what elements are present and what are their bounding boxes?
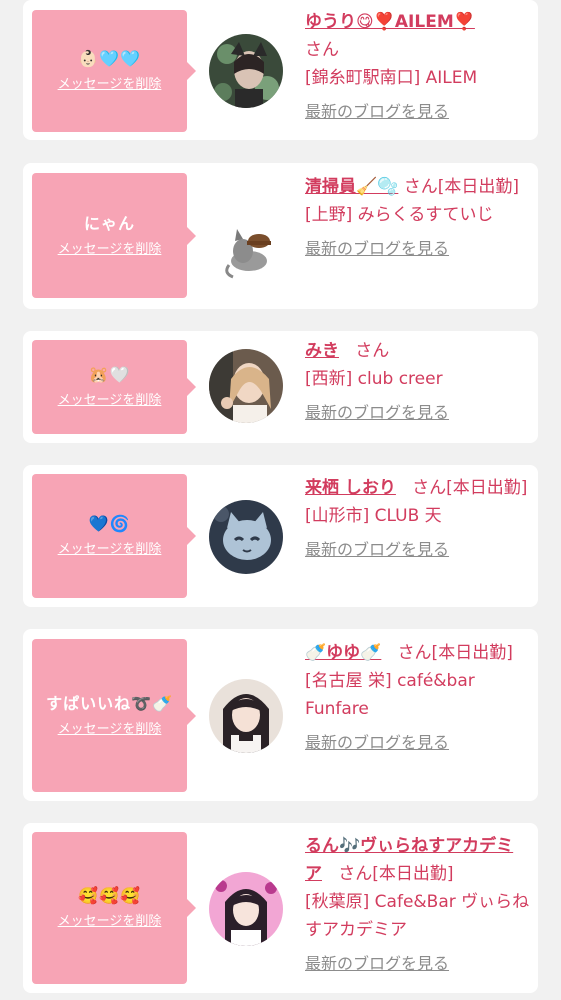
latest-blog-link[interactable]: 最新のブログを見る [305, 536, 449, 564]
cast-info: みき さん [西新] club creer 最新のブログを見る [305, 337, 530, 427]
latest-blog-link[interactable]: 最新のブログを見る [305, 729, 449, 757]
cast-suffix: さん[本日出勤] [397, 643, 513, 663]
message-bubble: 🥰🥰🥰 メッセージを削除 [32, 832, 196, 984]
shop-name: [名古屋 栄] café&bar Funfare [305, 671, 475, 719]
avatar[interactable] [209, 213, 283, 287]
message-card: 💙🌀 メッセージを削除 来栖 しおり さん[本日出勤] [山形市] CLUB 天… [23, 465, 538, 607]
avatar[interactable] [209, 872, 283, 946]
message-text: すぱいいね➰🍼 [46, 693, 173, 713]
avatar-image [209, 213, 283, 287]
message-bubble: 🐹🤍 メッセージを削除 [32, 340, 196, 434]
cast-name-link[interactable]: ゆうり😋❣️AILEM❣️ [305, 12, 475, 32]
shop-name: [秋葉原] Cafe&Bar ヴぃらねすアカデミア [305, 892, 530, 940]
avatar[interactable] [209, 34, 283, 108]
message-text: 🐹🤍 [88, 365, 131, 384]
delete-message-link[interactable]: メッセージを削除 [58, 721, 162, 739]
cast-info: 来栖 しおり さん[本日出勤] [山形市] CLUB 天 最新のブログを見る [305, 474, 530, 564]
message-text: 👶🏻🩵🩵 [78, 49, 141, 68]
cast-info: ゆうり😋❣️AILEM❣️ さん [錦糸町駅南口] AILEM 最新のブログを見… [305, 8, 530, 126]
message-bubble: にゃん メッセージを削除 [32, 173, 196, 298]
avatar-image [209, 679, 283, 753]
message-card: すぱいいね➰🍼 メッセージを削除 🍼ゆゆ🍼 さん[本日出勤] [名古屋 栄] c… [23, 629, 538, 801]
shop-name: [山形市] CLUB 天 [305, 506, 442, 526]
shop-name: [錦糸町駅南口] AILEM [305, 68, 478, 88]
cast-info: るん🎶ヴぃらねすアカデミア さん[本日出勤] [秋葉原] Cafe&Bar ヴぃ… [305, 832, 530, 978]
cast-name-link[interactable]: みき [305, 341, 339, 361]
cast-info: 清掃員🧹🫧 さん[本日出勤] [上野] みらくるすていじ 最新のブログを見る [305, 173, 530, 263]
message-bubble: すぱいいね➰🍼 メッセージを削除 [32, 639, 196, 792]
cast-suffix: さん[本日出勤] [403, 177, 520, 197]
message-card: にゃん メッセージを削除 清掃員🧹🫧 さん[本日出勤] [上野] みらくるすてい… [23, 163, 538, 309]
delete-message-link[interactable]: メッセージを削除 [58, 541, 162, 559]
cast-name-link[interactable]: 清掃員🧹🫧 [305, 177, 398, 197]
delete-message-link[interactable]: メッセージを削除 [58, 241, 162, 259]
message-text: 🥰🥰🥰 [78, 886, 141, 905]
avatar-image [209, 34, 283, 108]
avatar-image [209, 349, 283, 423]
avatar[interactable] [209, 679, 283, 753]
shop-name: [上野] みらくるすていじ [305, 205, 494, 225]
message-card: 👶🏻🩵🩵 メッセージを削除 ゆうり😋❣️AILEM❣️ さん [錦糸町駅南口] … [23, 0, 538, 140]
cast-suffix: さん [305, 40, 339, 60]
cast-name-link[interactable]: 🍼ゆゆ🍼 [305, 643, 381, 663]
message-card: 🥰🥰🥰 メッセージを削除 るん🎶ヴぃらねすアカデミア さん[本日出勤] [秋葉原… [23, 823, 538, 993]
message-card: 🐹🤍 メッセージを削除 みき さん [西新] club creer 最新のブログ… [23, 331, 538, 443]
message-bubble: 👶🏻🩵🩵 メッセージを削除 [32, 10, 196, 132]
latest-blog-link[interactable]: 最新のブログを見る [305, 235, 449, 263]
avatar[interactable] [209, 349, 283, 423]
latest-blog-link[interactable]: 最新のブログを見る [305, 98, 449, 126]
shop-name: [西新] club creer [305, 369, 443, 389]
latest-blog-link[interactable]: 最新のブログを見る [305, 950, 449, 978]
message-text: 💙🌀 [88, 514, 131, 533]
latest-blog-link[interactable]: 最新のブログを見る [305, 399, 449, 427]
avatar-image [209, 500, 283, 574]
message-text: にゃん [83, 213, 135, 233]
cast-suffix: さん[本日出勤] [338, 864, 454, 884]
avatar-image [209, 872, 283, 946]
cast-info: 🍼ゆゆ🍼 さん[本日出勤] [名古屋 栄] café&bar Funfare 最… [305, 639, 530, 757]
cast-name-link[interactable]: 来栖 しおり [305, 478, 396, 498]
delete-message-link[interactable]: メッセージを削除 [58, 76, 162, 94]
cast-suffix: さん [355, 341, 390, 361]
message-bubble: 💙🌀 メッセージを削除 [32, 474, 196, 598]
cast-suffix: さん[本日出勤] [412, 478, 528, 498]
delete-message-link[interactable]: メッセージを削除 [58, 392, 162, 410]
avatar[interactable] [209, 500, 283, 574]
delete-message-link[interactable]: メッセージを削除 [58, 913, 162, 931]
